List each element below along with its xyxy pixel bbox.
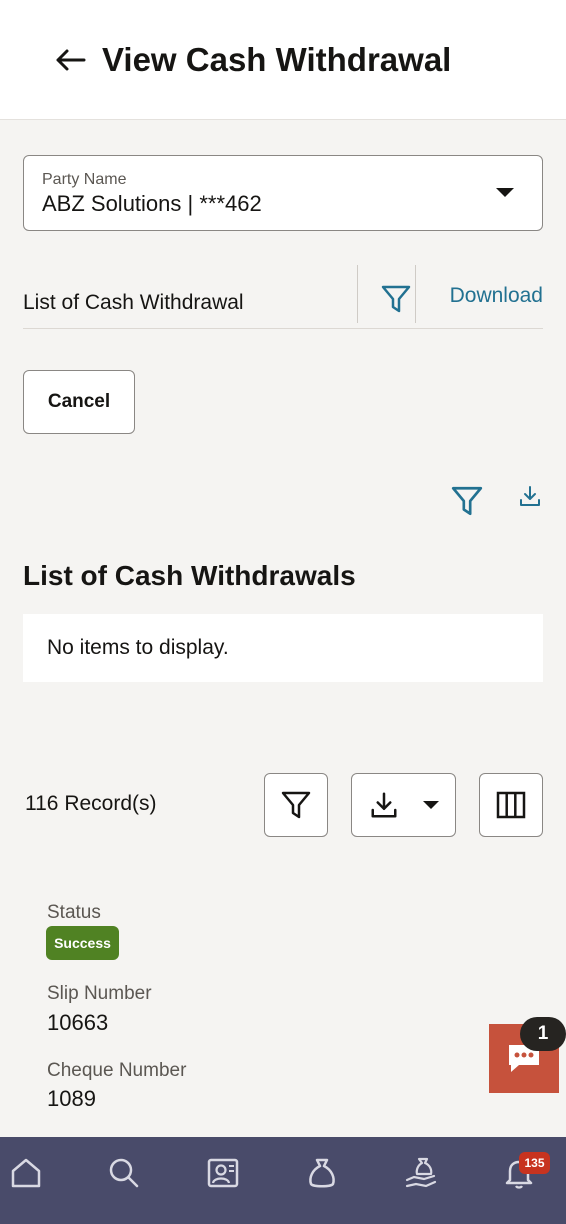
download-icon — [520, 486, 540, 506]
divider — [357, 265, 358, 323]
party-name-value: ABZ Solutions | ***462 — [42, 191, 262, 216]
profile-card-icon — [207, 1158, 239, 1188]
party-name-label: Party Name — [42, 171, 127, 188]
status-label: Status — [47, 902, 101, 923]
chevron-down-icon — [496, 188, 514, 197]
status-badge: Success — [46, 926, 119, 960]
slip-number-label: Slip Number — [47, 983, 152, 1004]
download-button[interactable] — [518, 484, 546, 512]
filter-icon — [381, 285, 411, 313]
filter-button[interactable] — [450, 484, 484, 518]
filter-icon — [451, 486, 483, 516]
list-header-row: List of Cash Withdrawal Download — [23, 265, 543, 329]
columns-icon — [496, 791, 526, 819]
money-bag-icon — [309, 1158, 335, 1188]
divider — [415, 265, 416, 323]
records-count: 116 Record(s) — [25, 792, 157, 815]
party-name-dropdown[interactable]: Party Name ABZ Solutions | ***462 — [23, 155, 543, 231]
search-icon — [109, 1158, 139, 1188]
nav-home[interactable] — [8, 1155, 44, 1191]
notification-count-badge: 135 — [519, 1152, 550, 1174]
cheque-number-value: 1089 — [47, 1086, 96, 1111]
download-icon — [371, 792, 396, 818]
filter-button[interactable] — [380, 283, 412, 315]
hand-money-icon — [405, 1157, 437, 1188]
filter-icon — [281, 791, 311, 819]
back-button[interactable] — [50, 40, 90, 80]
nav-payments[interactable] — [403, 1155, 439, 1191]
chat-unread-badge: 1 — [520, 1017, 566, 1051]
slip-number-value: 10663 — [47, 1010, 109, 1035]
table-filter-button[interactable] — [264, 773, 328, 837]
nav-accounts[interactable] — [304, 1155, 340, 1191]
home-icon — [11, 1158, 41, 1188]
chevron-down-icon — [422, 801, 439, 809]
empty-state: No items to display. — [23, 614, 543, 682]
nav-search[interactable] — [106, 1155, 142, 1191]
cancel-button[interactable]: Cancel — [23, 370, 135, 434]
empty-message: No items to display. — [47, 636, 229, 659]
cheque-number-label: Cheque Number — [47, 1060, 187, 1081]
download-link[interactable]: Download — [450, 284, 543, 308]
columns-button[interactable] — [479, 773, 543, 837]
app-header: View Cash Withdrawal — [0, 0, 566, 120]
section-title: List of Cash Withdrawals — [23, 560, 356, 591]
arrow-left-icon — [56, 49, 86, 71]
list-title: List of Cash Withdrawal — [23, 291, 244, 314]
nav-profile[interactable] — [205, 1155, 241, 1191]
table-download-button[interactable] — [351, 773, 456, 837]
bottom-navigation — [0, 1137, 566, 1224]
page-title: View Cash Withdrawal — [102, 41, 452, 78]
